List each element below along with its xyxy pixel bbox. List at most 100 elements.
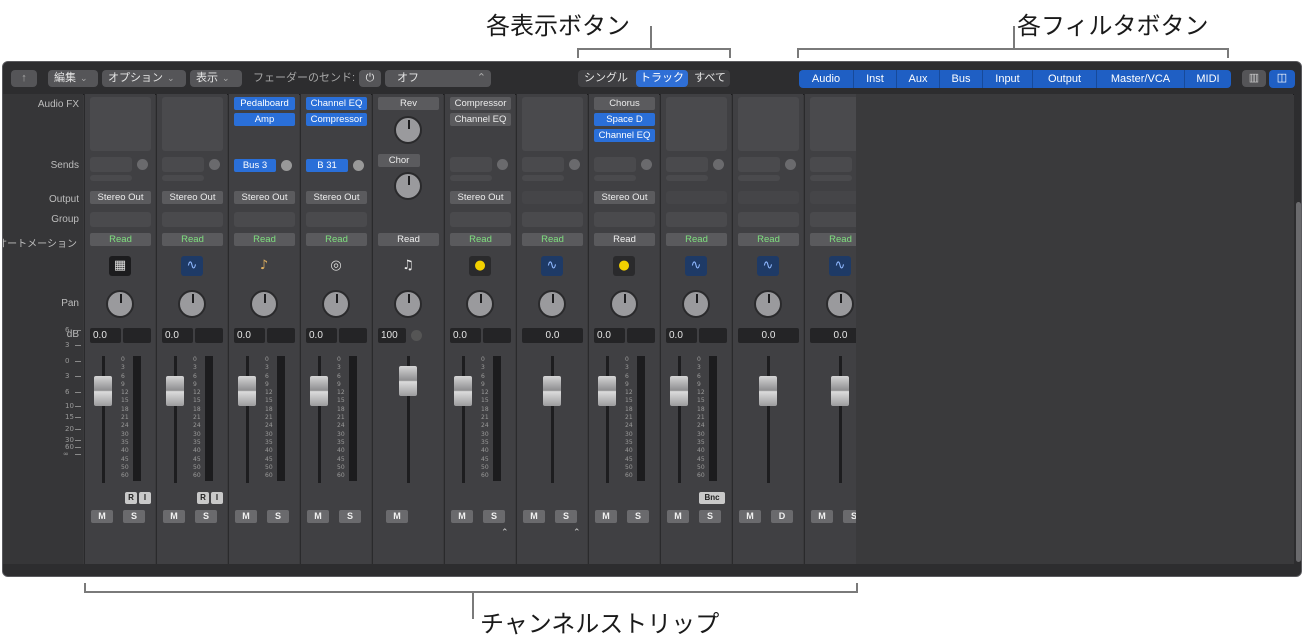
audio-fx-slot[interactable]: Compressor <box>450 97 511 110</box>
view-mode-tracks[interactable]: トラック <box>636 70 688 87</box>
mute-button[interactable]: M <box>451 510 473 523</box>
fader-cap[interactable] <box>670 376 688 406</box>
send-level-knob[interactable] <box>713 159 724 170</box>
mute-button[interactable]: M <box>163 510 185 523</box>
output-slot[interactable]: Stereo Out <box>594 191 655 204</box>
pan-knob[interactable] <box>754 290 782 318</box>
send-level-knob[interactable] <box>497 159 508 170</box>
fader-cap[interactable] <box>454 376 472 406</box>
audio-fx-empty-slot[interactable] <box>738 97 799 151</box>
fader-send-select[interactable]: オフ ⌃ <box>385 70 491 87</box>
audio-fx-empty-slot[interactable] <box>162 97 223 151</box>
expand-chevron-icon[interactable]: ⌃ <box>573 528 581 538</box>
view-menu-button[interactable]: 表示 ⌄ <box>190 70 242 87</box>
aux-icon[interactable]: ● <box>613 256 635 276</box>
automation-mode[interactable]: Read <box>234 233 295 246</box>
group-slot[interactable] <box>90 212 151 227</box>
send-level-knob[interactable] <box>569 159 580 170</box>
solo-button[interactable]: S <box>123 510 145 523</box>
audio-fx-slot[interactable]: Channel EQ <box>450 113 511 126</box>
send-empty-slot[interactable] <box>90 175 132 181</box>
dim-button[interactable]: D <box>771 510 793 523</box>
fader-cap[interactable] <box>543 376 561 406</box>
volume-readout[interactable]: 100 <box>378 328 406 343</box>
group-slot[interactable] <box>594 212 655 227</box>
automation-mode[interactable]: Read <box>90 233 151 246</box>
send-empty-slot[interactable] <box>522 175 564 181</box>
output-slot[interactable]: Stereo Out <box>90 191 151 204</box>
send-empty-slot[interactable] <box>90 157 132 172</box>
fader-cap[interactable] <box>238 376 256 406</box>
automation-mode[interactable]: Read <box>738 233 799 246</box>
edit-menu-button[interactable]: 編集 ⌄ <box>48 70 98 87</box>
send-level-knob[interactable] <box>353 160 364 171</box>
output-empty-slot[interactable] <box>522 191 583 204</box>
send-slot[interactable]: Bus 3 <box>234 159 276 172</box>
filter-inst[interactable]: Inst <box>854 70 897 88</box>
send-empty-slot[interactable] <box>738 157 780 172</box>
drums-icon[interactable]: ◎ <box>325 256 347 276</box>
output-slot[interactable]: Stereo Out <box>162 191 223 204</box>
automation-mode[interactable]: Read <box>306 233 367 246</box>
record-enable-button[interactable]: R <box>197 492 209 504</box>
group-slot[interactable] <box>450 212 511 227</box>
pan-knob[interactable] <box>466 290 494 318</box>
fader-cap[interactable] <box>310 376 328 406</box>
output-empty-slot[interactable] <box>666 191 727 204</box>
volume-readout[interactable]: 0.0 <box>450 328 481 343</box>
up-arrow-button[interactable]: ↑ <box>11 70 37 87</box>
fader-cap[interactable] <box>94 376 112 406</box>
send-empty-slot[interactable] <box>450 175 492 181</box>
filter-input[interactable]: Input <box>983 70 1033 88</box>
filter-aux[interactable]: Aux <box>897 70 940 88</box>
output-slot[interactable]: Stereo Out <box>450 191 511 204</box>
fader-cap[interactable] <box>759 376 777 406</box>
mute-button[interactable]: M <box>307 510 329 523</box>
solo-button[interactable]: S <box>699 510 721 523</box>
fader-cap[interactable] <box>598 376 616 406</box>
group-slot[interactable] <box>666 212 727 227</box>
guitar-icon[interactable]: ♪ <box>253 256 275 276</box>
send-empty-slot[interactable] <box>666 175 708 181</box>
output-empty-slot[interactable] <box>738 191 799 204</box>
send-empty-slot[interactable] <box>666 157 708 172</box>
automation-mode[interactable]: Read <box>594 233 655 246</box>
bounce-button[interactable]: Bnc <box>699 492 725 504</box>
send-empty-slot[interactable] <box>162 157 204 172</box>
output-slot[interactable]: Stereo Out <box>234 191 295 204</box>
input-monitor-button[interactable]: I <box>211 492 223 504</box>
input-monitor-button[interactable]: I <box>139 492 151 504</box>
pan-knob[interactable] <box>106 290 134 318</box>
mute-button[interactable]: M <box>235 510 257 523</box>
record-enable-button[interactable]: R <box>125 492 137 504</box>
amp-icon[interactable]: ▦ <box>109 256 131 276</box>
group-slot[interactable] <box>306 212 367 227</box>
audio-fx-slot[interactable]: Chorus <box>594 97 655 110</box>
filter-output[interactable]: Output <box>1033 70 1097 88</box>
audio-fx-slot[interactable]: Channel EQ <box>594 129 655 142</box>
pan-knob[interactable] <box>538 290 566 318</box>
pan-knob[interactable] <box>826 290 854 318</box>
solo-button[interactable]: S <box>267 510 289 523</box>
pan-knob[interactable] <box>322 290 350 318</box>
audio-fx-slot[interactable]: Rev <box>378 97 439 110</box>
volume-readout[interactable]: 0.0 <box>162 328 193 343</box>
automation-mode[interactable]: Read <box>450 233 511 246</box>
send-empty-slot[interactable] <box>738 175 780 181</box>
pan-knob[interactable] <box>682 290 710 318</box>
audio-fx-empty-slot[interactable] <box>90 97 151 151</box>
aux-icon[interactable]: ● <box>469 256 491 276</box>
mute-button[interactable]: M <box>811 510 833 523</box>
pan-knob[interactable] <box>178 290 206 318</box>
pan-knob[interactable] <box>610 290 638 318</box>
audio-fx-slot[interactable]: Compressor <box>306 113 367 126</box>
audio-fx-empty-slot[interactable] <box>666 97 727 151</box>
volume-readout[interactable]: 0.0 <box>90 328 121 343</box>
mute-button[interactable]: M <box>667 510 689 523</box>
rev-send-knob[interactable] <box>394 116 422 144</box>
group-slot[interactable] <box>162 212 223 227</box>
send-level-knob[interactable] <box>641 159 652 170</box>
solo-button[interactable]: S <box>339 510 361 523</box>
wide-strip-button[interactable]: ◫ <box>1269 70 1295 88</box>
send-empty-slot[interactable] <box>522 157 564 172</box>
